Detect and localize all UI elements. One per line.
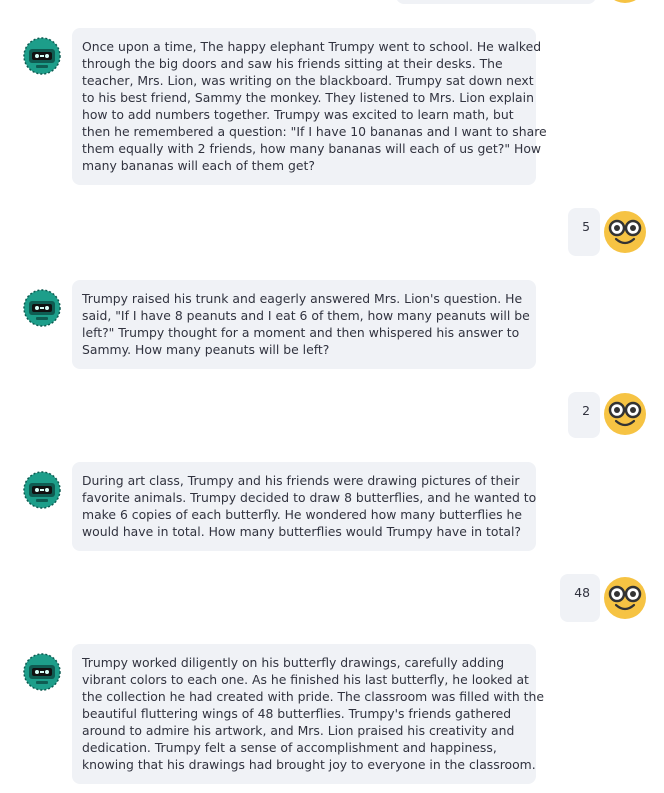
message-line: then he remembered a question: "If I hav… [82,124,547,139]
message-line: teacher, Mrs. Lion, was writing on the b… [82,73,534,88]
message-line: dedication. Trumpy felt a sense of accom… [82,740,497,755]
message-line: During art class, Trumpy and his friends… [82,473,520,488]
user-avatar-partial [603,0,647,4]
user-message: 48 [560,574,600,622]
message-line: them equally with 2 friends, how many ba… [82,141,542,156]
message-line: Trumpy worked diligently on his butterfl… [82,655,505,670]
user-message: 2 [568,392,600,438]
message-line: Trumpy raised his trunk and eagerly answ… [82,291,523,306]
assistant-message: During art class, Trumpy and his friends… [72,462,536,551]
message-line: to his best friend, Sammy the monkey. Th… [82,90,534,105]
user-message-text: 5 [582,219,590,234]
robot-icon [23,471,61,509]
chat-message-partial [396,0,596,4]
robot-icon [23,37,61,75]
message-line: knowing that his drawings had brought jo… [82,757,536,772]
message-line: how to add numbers together. Trumpy was … [82,107,514,122]
message-line: make 6 copies of each butterfly. He wond… [82,507,522,522]
message-line: said, "If I have 8 peanuts and I eat 6 o… [82,308,530,323]
message-line: vibrant colors to each one. As he finish… [82,672,529,687]
chat-container: Once upon a time, The happy elephant Tru… [0,0,664,793]
assistant-message: Once upon a time, The happy elephant Tru… [72,28,547,185]
user-message-text: 2 [582,403,590,418]
robot-icon [23,289,61,327]
message-line: Once upon a time, The happy elephant Tru… [82,39,542,54]
message-line: many bananas will each of them get? [82,158,315,173]
message-line: favorite animals. Trumpy decided to draw… [82,490,537,505]
message-line: the collection he had created with pride… [82,689,544,704]
user-message-text: 48 [574,585,590,600]
assistant-message: Trumpy raised his trunk and eagerly answ… [72,280,536,369]
message-line: around to admire his artwork, and Mrs. L… [82,723,515,738]
nerd-face-icon [614,0,636,3]
message-line: through the big doors and saw his friend… [82,56,503,71]
message-line: beautiful fluttering wings of 48 butterf… [82,706,512,721]
robot-icon [23,653,61,691]
nerd-face-icon [604,393,646,435]
message-line: Sammy. How many peanuts will be left? [82,342,330,357]
message-line: left?" Trumpy thought for a moment and t… [82,325,520,340]
assistant-message: Trumpy worked diligently on his butterfl… [72,644,544,784]
nerd-face-icon [604,211,646,253]
user-message: 5 [568,208,600,256]
message-line: would have in total. How many butterflie… [82,524,521,539]
nerd-face-icon [604,577,646,619]
